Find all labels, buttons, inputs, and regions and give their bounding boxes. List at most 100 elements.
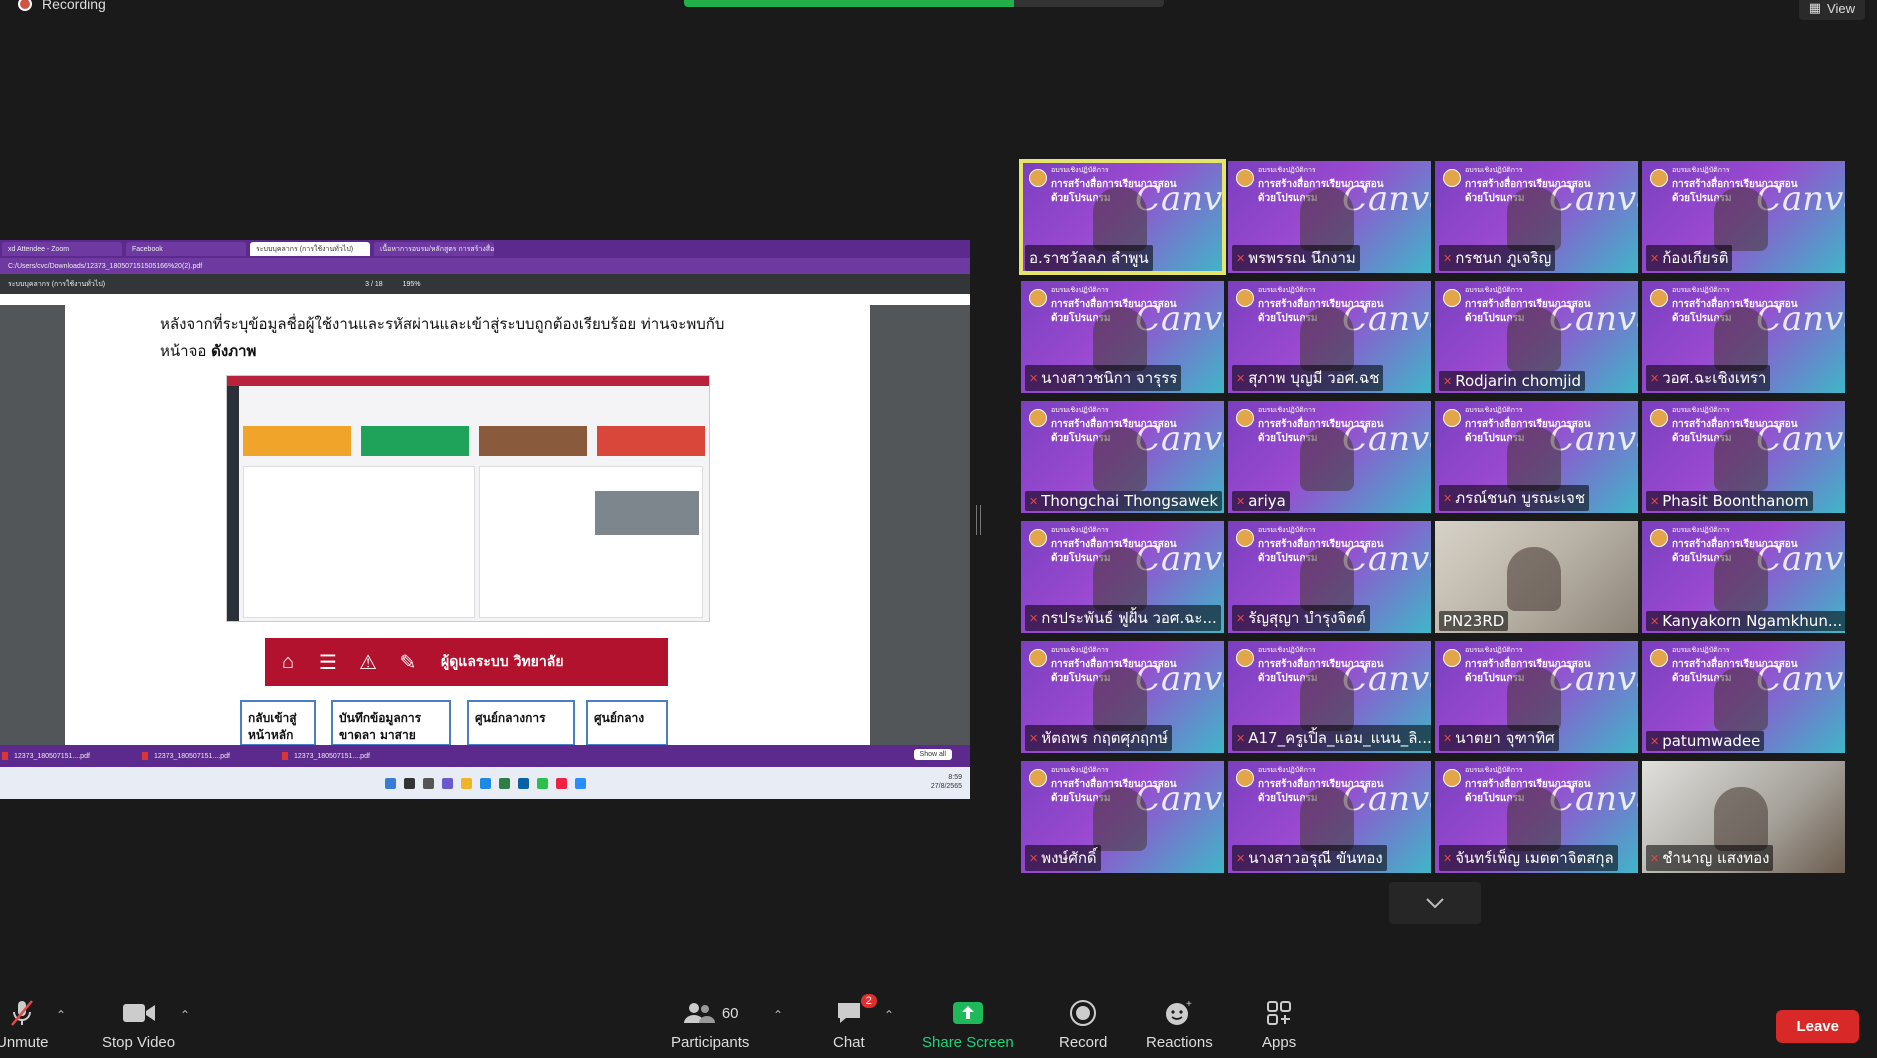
chevron-down-icon — [1426, 898, 1444, 909]
participant-name-label: ✕ พรพรรณ นึกงาม — [1232, 245, 1360, 271]
participant-tile[interactable]: อบรมเชิงปฏิบัติการ การสร้างสื่อการเรียนกา… — [1642, 521, 1845, 633]
participant-video — [1714, 787, 1768, 851]
participant-tile[interactable]: อบรมเชิงปฏิบัติการ การสร้างสื่อการเรียนกา… — [1435, 761, 1638, 873]
pdf-viewer: หลังจากที่ระบุข้อมูลชื่อผู้ใช้งานและรหัส… — [0, 305, 970, 746]
participant-name-label: ✕ ariya — [1232, 491, 1290, 511]
participant-tile[interactable]: อบรมเชิงปฏิบัติการ การสร้างสื่อการเรียนกา… — [1642, 401, 1845, 513]
canva-brand: Canva — [1342, 779, 1431, 819]
participant-name-label: ✕ รัญสุญา บำรุงจิตต์ — [1232, 605, 1370, 631]
split-resize-handle[interactable] — [976, 505, 981, 535]
participant-tile[interactable]: อบรมเชิงปฏิบัติการ การสร้างสื่อการเรียนกา… — [1642, 641, 1845, 753]
participant-tile[interactable]: อบรมเชิงปฏิบัติการ การสร้างสื่อการเรียนกา… — [1228, 281, 1431, 393]
pdf-line: หลังจากที่ระบุข้อมูลชื่อผู้ใช้งานและรหัส… — [160, 315, 725, 333]
canva-brand: Canva — [1756, 299, 1845, 339]
participant-tile[interactable]: อบรมเชิงปฏิบัติการ การสร้างสื่อการเรียนกา… — [1021, 281, 1224, 393]
participant-tile[interactable]: อบรมเชิงปฏิบัติการ การสร้างสื่อการเรียนกา… — [1435, 281, 1638, 393]
participant-tile[interactable]: อบรมเชิงปฏิบัติการ การสร้างสื่อการเรียนกา… — [1021, 641, 1224, 753]
participant-tile[interactable]: อบรมเชิงปฏิบัติการ การสร้างสื่อการเรียนกา… — [1228, 401, 1431, 513]
participant-tile[interactable]: อบรมเชิงปฏิบัติการ การสร้างสื่อการเรียนกา… — [1021, 401, 1224, 513]
participant-name: นาตยา จุฑาทิศ — [1455, 729, 1555, 747]
mic-muted-icon: ✕ — [1443, 251, 1453, 265]
participant-name: อ.ราชวัลลภ ลำพูน — [1029, 249, 1149, 267]
participant-tile[interactable]: อบรมเชิงปฏิบัติการ การสร้างสื่อการเรียนกา… — [1021, 521, 1224, 633]
participant-tile[interactable]: ✕ ชำนาญ แสงทอง — [1642, 761, 1845, 873]
participant-tile[interactable]: อบรมเชิงปฏิบัติการ การสร้างสื่อการเรียนกา… — [1021, 761, 1224, 873]
chat-options-caret[interactable]: ⌃ — [884, 1008, 894, 1022]
leave-button[interactable]: Leave — [1776, 1010, 1859, 1043]
screen-share-banner[interactable] — [684, 0, 1164, 7]
browser-tab-strip: xd Attendee - Zoom Facebook ระบบบุคลากร … — [0, 240, 970, 258]
slide-header: อบรมเชิงปฏิบัติการ — [1672, 406, 1730, 414]
mic-muted-icon: ✕ — [1029, 731, 1039, 745]
participant-tile[interactable]: อบรมเชิงปฏิบัติการ การสร้างสื่อการเรียนกา… — [1435, 161, 1638, 273]
participant-tile[interactable]: อบรมเชิงปฏิบัติการ การสร้างสื่อการเรียนกา… — [1435, 641, 1638, 753]
video-options-caret[interactable]: ⌃ — [180, 1008, 190, 1022]
view-button[interactable]: ▦ View — [1798, 0, 1865, 20]
college-logo-icon — [1236, 529, 1254, 547]
share-screen-icon — [952, 998, 984, 1028]
participant-video — [1714, 547, 1768, 611]
browser-tab: Facebook — [126, 242, 246, 256]
participants-button[interactable]: 60 Participants — [671, 998, 749, 1051]
audio-options-caret[interactable]: ⌃ — [56, 1008, 66, 1022]
participant-video — [1300, 427, 1354, 491]
slide-header: อบรมเชิงปฏิบัติการ — [1672, 526, 1730, 534]
menu-label: ผู้ดูแลระบบ วิทยาลัย — [441, 654, 564, 670]
callout-box: บันทึกข้อมูลการ ขาดลา มาสาย — [331, 700, 451, 746]
participant-name: Thongchai Thongsawek — [1041, 492, 1219, 510]
participant-tile[interactable]: อบรมเชิงปฏิบัติการ การสร้างสื่อการเรียนกา… — [1642, 281, 1845, 393]
chat-badge: 2 — [860, 994, 877, 1008]
college-logo-icon — [1236, 649, 1254, 667]
chat-button[interactable]: 2 Chat — [833, 994, 877, 1051]
participant-tile[interactable]: PN23RD — [1435, 521, 1638, 633]
mic-muted-icon: ✕ — [1236, 494, 1246, 508]
unmute-button[interactable]: Unmute — [0, 998, 49, 1051]
participant-tile[interactable]: อบรมเชิงปฏิบัติการ การสร้างสื่อการเรียนกา… — [1019, 159, 1226, 275]
pdf-icon — [2, 752, 8, 760]
download-item: 12373_180507151....pdf — [294, 752, 370, 760]
participant-name-label: ✕ Kanyakorn Ngamkhun... — [1646, 611, 1845, 631]
college-logo-icon — [1029, 769, 1047, 787]
participant-name: จันทร์เพ็ญ เมตตาจิตสกุล — [1455, 849, 1614, 867]
reactions-button[interactable]: + Reactions — [1146, 998, 1213, 1051]
participants-options-caret[interactable]: ⌃ — [773, 1008, 783, 1022]
record-button[interactable]: Record — [1059, 998, 1107, 1051]
participant-tile[interactable]: อบรมเชิงปฏิบัติการ การสร้างสื่อการเรียนกา… — [1642, 161, 1845, 273]
participant-name: ก้องเกียรติ — [1662, 249, 1729, 267]
college-logo-icon — [1029, 649, 1047, 667]
pdf-line: หน้าจอ — [160, 342, 207, 360]
participant-tile[interactable]: อบรมเชิงปฏิบัติการ การสร้างสื่อการเรียนกา… — [1228, 161, 1431, 273]
slide-header: อบรมเชิงปฏิบัติการ — [1258, 526, 1316, 534]
participant-name-label: ✕ พงษ์ศักดิ์ — [1025, 845, 1101, 871]
share-screen-label: Share Screen — [922, 1034, 1014, 1051]
stop-video-button[interactable]: Stop Video — [102, 998, 175, 1051]
slide-header: อบรมเชิงปฏิบัติการ — [1465, 406, 1523, 414]
participant-name-label: ✕ นาตยา จุฑาทิศ — [1439, 725, 1559, 751]
recording-indicator[interactable]: Recording — [18, 0, 106, 12]
downloads-bar: 12373_180507151....pdf 12373_180507151..… — [0, 745, 970, 767]
participants-count: 60 — [721, 1004, 739, 1022]
video-gallery: อบรมเชิงปฏิบัติการ การสร้างสื่อการเรียนกา… — [1019, 159, 1845, 873]
participant-name-label: อ.ราชวัลลภ ลำพูน — [1025, 245, 1153, 271]
callout-box: ศูนย์กลางการ — [467, 700, 575, 746]
participant-tile[interactable]: อบรมเชิงปฏิบัติการ การสร้างสื่อการเรียนกา… — [1435, 401, 1638, 513]
dashboard-screenshot — [226, 375, 710, 622]
apps-button[interactable]: Apps — [1262, 998, 1296, 1051]
participant-name-label: ✕ patumwadee — [1646, 731, 1765, 751]
record-icon — [1069, 998, 1097, 1028]
canva-brand: Canva — [1549, 419, 1638, 459]
participant-name: หัตถพร กฤตศุภฤกษ์ — [1041, 729, 1169, 747]
page-indicator: 3 / 18 — [365, 280, 383, 288]
slide-header: อบรมเชิงปฏิบัติการ — [1465, 766, 1523, 774]
participant-tile[interactable]: อบรมเชิงปฏิบัติการ การสร้างสื่อการเรียนกา… — [1228, 761, 1431, 873]
participant-tile[interactable]: อบรมเชิงปฏิบัติการ การสร้างสื่อการเรียนกา… — [1228, 521, 1431, 633]
more-participants-button[interactable] — [1389, 882, 1481, 924]
participant-name: ariya — [1248, 492, 1286, 510]
participant-name-label: ✕ ก้องเกียรติ — [1646, 245, 1733, 271]
mic-muted-icon: ✕ — [1236, 251, 1246, 265]
share-screen-button[interactable]: Share Screen — [922, 998, 1014, 1051]
participant-tile[interactable]: อบรมเชิงปฏิบัติการ การสร้างสื่อการเรียนกา… — [1228, 641, 1431, 753]
college-logo-icon — [1650, 529, 1668, 547]
slide-header: อบรมเชิงปฏิบัติการ — [1051, 766, 1109, 774]
college-logo-icon — [1236, 409, 1254, 427]
